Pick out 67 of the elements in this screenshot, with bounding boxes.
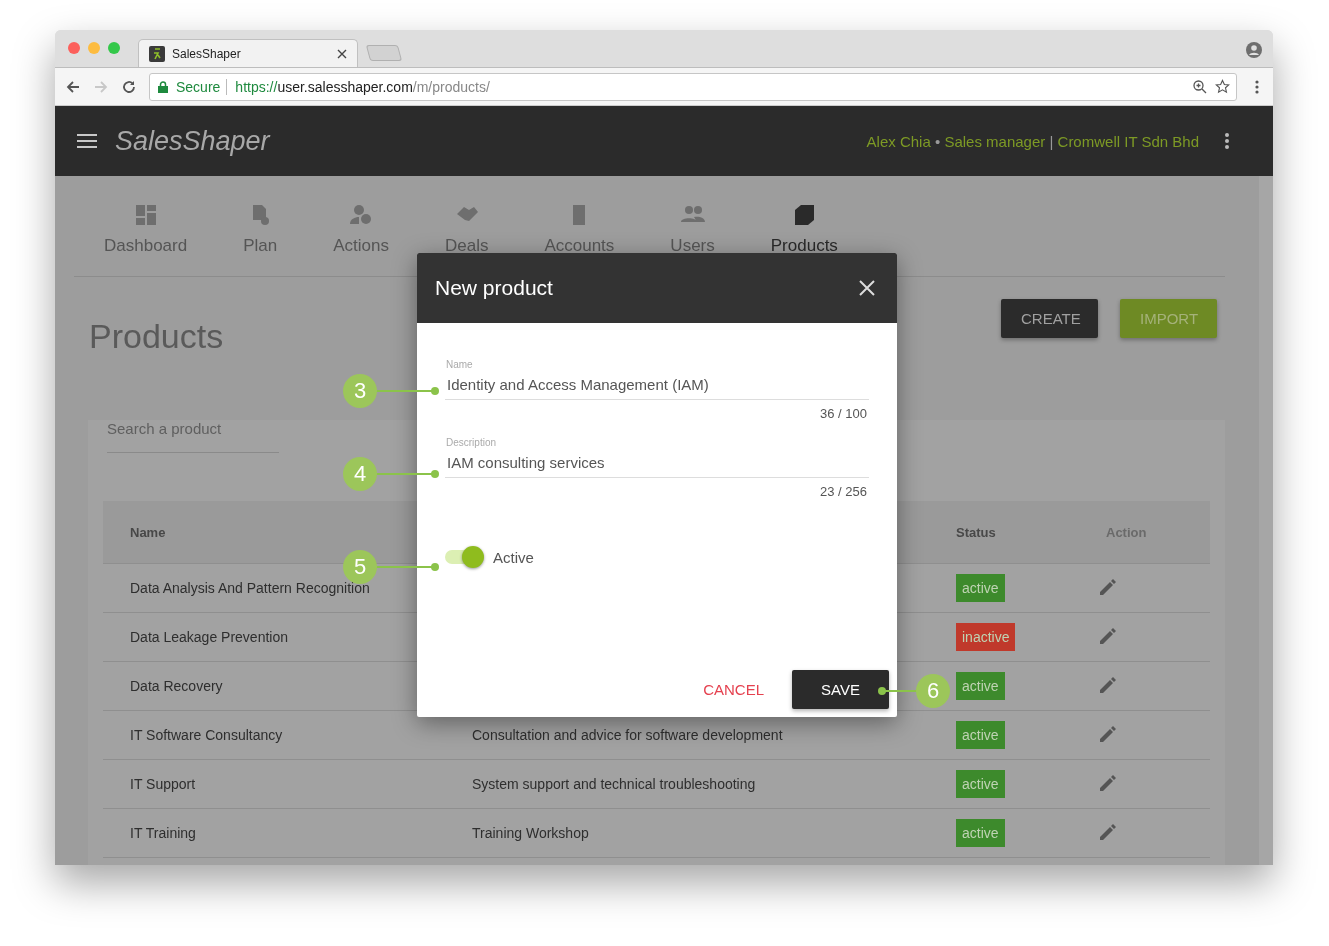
table-cell: Training Workshop <box>472 825 589 841</box>
dialog-title: New product <box>435 276 553 300</box>
field-label: Description <box>446 437 498 448</box>
nav-tab[interactable]: Actions <box>307 204 415 276</box>
user-info[interactable]: Alex Chia • Sales manager | Cromwell IT Sdn Bhd <box>866 132 1199 150</box>
menu-icon[interactable] <box>1255 79 1259 94</box>
secure-label: Secure <box>176 78 228 95</box>
lock-icon <box>158 80 168 93</box>
table-cell-text: Data Recovery <box>129 678 224 694</box>
create-button[interactable]: CREATE <box>1001 299 1098 338</box>
table-cell-text: IT Support <box>129 776 197 792</box>
nav-tab[interactable]: Products <box>744 204 864 276</box>
reload-icon[interactable] <box>121 78 137 95</box>
edit-icon[interactable] <box>1098 625 1118 646</box>
dashboard-icon <box>133 204 158 226</box>
edit-icon[interactable] <box>1098 821 1118 842</box>
menu-icon[interactable] <box>77 134 97 148</box>
status-badge: active <box>956 574 1005 602</box>
status-badge: active <box>956 672 1005 700</box>
edit-icon[interactable] <box>1098 674 1118 695</box>
back-icon[interactable] <box>65 78 81 95</box>
scrollbar[interactable] <box>1259 176 1273 865</box>
table-cell-text: IT Software Consultancy <box>129 727 284 743</box>
status-badge: active <box>956 721 1005 749</box>
logo-icon <box>149 45 165 62</box>
table-cell-text: IT Training <box>129 825 197 841</box>
nav-tab[interactable]: Users <box>644 204 741 276</box>
cancel-button[interactable]: CANCEL <box>703 673 764 706</box>
save-button[interactable]: SAVE <box>792 670 889 709</box>
toggle-label: Active <box>493 548 534 566</box>
close-icon[interactable] <box>859 280 875 296</box>
column-header: Status <box>956 524 997 540</box>
close-window-button[interactable] <box>68 42 80 54</box>
edit-icon[interactable] <box>1098 576 1118 597</box>
status-badge: active <box>956 770 1005 798</box>
nav-tab[interactable]: Accounts <box>518 204 641 276</box>
close-tab-icon[interactable] <box>337 48 347 59</box>
nav-tab[interactable]: Deals <box>418 204 515 276</box>
more-icon[interactable] <box>1225 133 1229 149</box>
address-field[interactable]: Secure https://user.salesshaper.com/m/products/ <box>149 72 1237 101</box>
new-tab-button[interactable] <box>365 45 403 61</box>
search-field[interactable]: Search a product <box>107 420 279 453</box>
maximize-window-button[interactable] <box>108 42 120 54</box>
browser-tab[interactable]: SalesShaper <box>138 39 358 67</box>
app-logo[interactable]: SalesShaper <box>115 125 270 157</box>
edit-icon[interactable] <box>1098 723 1118 744</box>
page-title: Products <box>89 317 224 356</box>
character-counter: 36 / 100 <box>820 406 867 421</box>
table-cell: Consultation and advice for software development <box>472 727 783 743</box>
box-icon <box>792 204 817 226</box>
profile-icon[interactable] <box>1246 42 1262 58</box>
field-label: Name <box>446 359 474 370</box>
column-header: Name <box>129 524 167 540</box>
person-icon <box>349 204 374 226</box>
zoom-icon[interactable] <box>1193 79 1207 94</box>
star-icon[interactable] <box>1215 79 1230 94</box>
edit-icon[interactable] <box>1098 772 1118 793</box>
table-cell-text: Data Leakage Prevention <box>129 629 289 645</box>
forward-icon[interactable] <box>93 78 109 95</box>
nav-tab[interactable]: Dashboard <box>74 204 214 276</box>
table-cell: System support and technical troubleshooting <box>472 776 756 792</box>
toggle-switch[interactable] <box>445 545 485 569</box>
status-badge: inactive <box>956 623 1016 651</box>
status-badge: active <box>956 819 1005 847</box>
url-text: https://user.salesshaper.com/m/products/ <box>235 78 490 95</box>
nav-tab[interactable]: Plan <box>217 204 304 276</box>
character-counter: 23 / 256 <box>820 484 867 499</box>
